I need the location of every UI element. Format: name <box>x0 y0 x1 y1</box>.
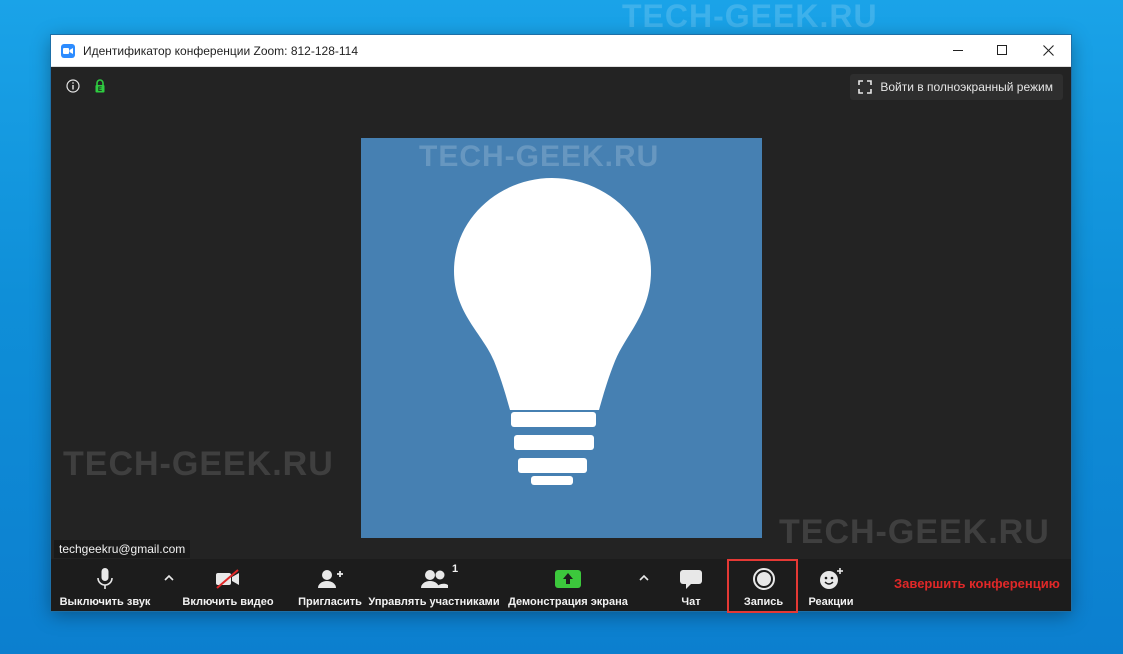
add-user-icon <box>316 565 344 593</box>
encryption-lock-icon[interactable]: E <box>93 79 107 93</box>
maximize-button[interactable] <box>979 35 1025 66</box>
start-video-label: Включить видео <box>182 596 274 608</box>
reactions-label: Реакции <box>808 596 854 608</box>
fullscreen-label: Войти в полноэкранный режим <box>880 80 1053 94</box>
invite-label: Пригласить <box>298 596 362 608</box>
title-bar: Идентификатор конференции Zoom: 812-128-… <box>51 35 1071 67</box>
minimize-button[interactable] <box>935 35 981 66</box>
manage-participants-label: Управлять участниками <box>368 596 500 608</box>
window-title: Идентификатор конференции Zoom: 812-128-… <box>83 43 358 58</box>
share-options-chevron-up-icon[interactable] <box>637 571 651 585</box>
lightbulb-avatar-icon <box>454 178 651 485</box>
audio-options-chevron-up-icon[interactable] <box>162 571 176 585</box>
close-button[interactable] <box>1025 35 1071 66</box>
video-off-icon <box>214 565 242 593</box>
share-screen-label: Демонстрация экрана <box>508 596 628 608</box>
participants-count-badge: 1 <box>452 563 459 575</box>
manage-participants-button[interactable]: Управлять участниками <box>367 559 501 611</box>
end-meeting-button[interactable]: Завершить конференцию <box>894 576 1060 591</box>
maximize-icon <box>996 45 1007 55</box>
info-icon[interactable] <box>66 79 80 93</box>
reactions-button[interactable]: Реакции <box>803 559 859 611</box>
svg-text:E: E <box>98 87 102 93</box>
start-video-button[interactable]: Включить видео <box>179 559 277 611</box>
watermark-right: TECH-GEEK.RU <box>779 513 1050 551</box>
record-highlight-box <box>727 559 798 613</box>
chat-button[interactable]: Чат <box>671 559 711 611</box>
participant-name-label: techgeekru@gmail.com <box>54 540 191 558</box>
watermark-top: TECH-GEEK.RU <box>622 0 878 34</box>
invite-button[interactable]: Пригласить <box>295 559 365 611</box>
mute-audio-button[interactable]: Выключить звук <box>55 559 155 611</box>
fullscreen-button[interactable]: Войти в полноэкранный режим <box>850 74 1063 100</box>
watermark-left: TECH-GEEK.RU <box>63 445 334 483</box>
participant-video-tile: TECH-GEEK.RU <box>361 138 762 538</box>
close-icon <box>1042 45 1054 56</box>
meeting-toolbar: Выключить звук Включить видео Пригласить… <box>51 559 1071 613</box>
fullscreen-icon <box>858 80 873 94</box>
add-reaction-icon <box>818 565 844 593</box>
minimize-icon <box>952 50 963 51</box>
microphone-icon <box>95 565 115 593</box>
participants-icon <box>419 565 449 593</box>
mute-audio-label: Выключить звук <box>59 596 151 608</box>
watermark-tile: TECH-GEEK.RU <box>419 140 660 173</box>
chat-icon <box>678 565 704 593</box>
share-screen-icon <box>554 565 582 593</box>
zoom-meeting-window: Идентификатор конференции Zoom: 812-128-… <box>51 35 1071 613</box>
chat-label: Чат <box>681 596 701 608</box>
share-screen-button[interactable]: Демонстрация экрана <box>506 559 630 611</box>
zoom-logo-icon <box>61 43 75 58</box>
